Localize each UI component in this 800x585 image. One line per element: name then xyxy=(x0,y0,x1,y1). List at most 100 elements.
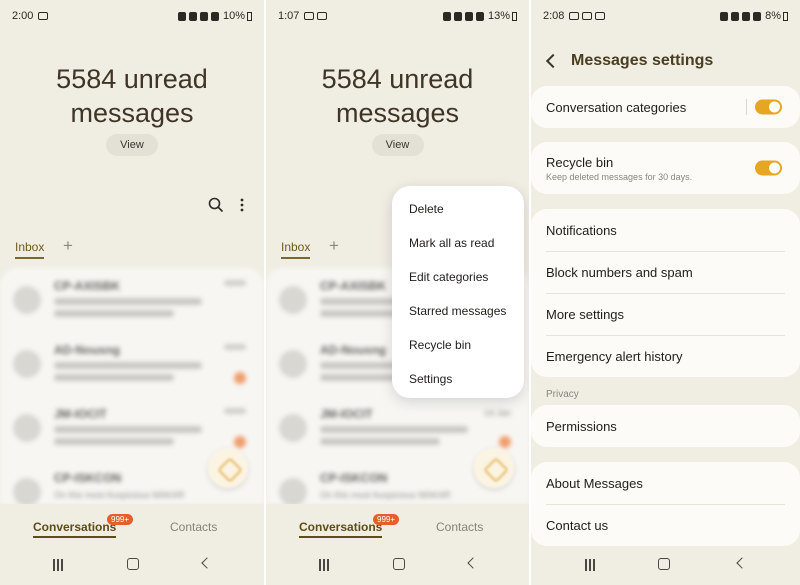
add-category-icon[interactable]: + xyxy=(63,236,73,256)
recycle-bin-label: Recycle bin xyxy=(546,154,614,170)
divider xyxy=(746,99,747,115)
status-time: 2:00 xyxy=(12,10,34,22)
recent-apps-icon[interactable] xyxy=(318,559,330,571)
mute-icon xyxy=(731,11,740,21)
status-bar: 2:08 8% xyxy=(543,8,788,24)
list-item[interactable]: CP-AXISBK xyxy=(0,268,264,332)
nav-conversations[interactable]: Conversations xyxy=(299,520,383,538)
avatar xyxy=(279,414,307,442)
view-button[interactable]: View xyxy=(371,134,424,156)
unread-badge xyxy=(234,372,246,384)
back-icon[interactable] xyxy=(736,557,748,569)
status-time: 1:07 xyxy=(278,10,300,22)
menu-item-delete[interactable]: Delete xyxy=(392,192,524,226)
unread-badge xyxy=(499,436,511,448)
contact-us-row[interactable]: Contact us xyxy=(531,504,800,546)
list-item[interactable]: AD-Nousng xyxy=(0,332,264,396)
inbox-screen: 2:00 10% 5584 unread messages View Inbox… xyxy=(0,0,264,585)
home-icon[interactable] xyxy=(127,558,139,570)
privacy-section-label: Privacy xyxy=(546,389,579,400)
home-icon[interactable] xyxy=(658,558,670,570)
unread-count-badge: 999+ xyxy=(107,514,134,525)
unread-headline: 5584 unread messages xyxy=(321,64,474,128)
tab-inbox[interactable]: Inbox xyxy=(281,240,311,259)
menu-item-settings[interactable]: Settings xyxy=(392,362,524,396)
menu-item-starred-messages[interactable]: Starred messages xyxy=(392,294,524,328)
conversation-categories-row[interactable]: Conversation categories xyxy=(531,86,800,128)
signal-icon xyxy=(475,11,484,21)
compose-button[interactable] xyxy=(474,448,514,488)
avatar xyxy=(279,286,307,314)
mute-icon xyxy=(188,11,197,21)
permissions-row[interactable]: Permissions xyxy=(531,405,800,447)
linkedin-icon xyxy=(569,12,580,20)
more-options-icon[interactable] xyxy=(236,197,248,213)
menu-item-recycle-bin[interactable]: Recycle bin xyxy=(392,328,524,362)
avatar xyxy=(13,414,41,442)
status-bar: 1:07 13% xyxy=(278,8,517,24)
recycle-bin-card: Recycle bin Keep deleted messages for 30… xyxy=(531,142,800,194)
recent-apps-icon[interactable] xyxy=(584,559,596,571)
notifications-row[interactable]: Notifications xyxy=(531,209,800,251)
back-icon[interactable] xyxy=(467,557,479,569)
system-nav-bar xyxy=(0,553,264,577)
image-icon xyxy=(304,12,315,20)
wifi-icon xyxy=(464,11,473,21)
page-title: Messages settings xyxy=(571,52,714,69)
bottom-nav: Conversations 999+ Contacts xyxy=(0,504,264,546)
home-icon[interactable] xyxy=(393,558,405,570)
avatar xyxy=(13,286,41,314)
privacy-card: Permissions xyxy=(531,405,800,447)
recent-apps-icon[interactable] xyxy=(52,559,64,571)
recycle-bin-row[interactable]: Recycle bin Keep deleted messages for 30… xyxy=(531,142,800,194)
more-settings-row[interactable]: More settings xyxy=(531,293,800,335)
avatar xyxy=(13,350,41,378)
battery-icon xyxy=(247,11,252,21)
nav-contacts[interactable]: Contacts xyxy=(436,520,483,534)
menu-item-mark-all-read[interactable]: Mark all as read xyxy=(392,226,524,260)
image-icon xyxy=(582,12,593,20)
video-icon xyxy=(317,12,328,20)
avatar xyxy=(279,350,307,378)
overflow-menu: Delete Mark all as read Edit categories … xyxy=(392,186,524,398)
unread-count-badge: 999+ xyxy=(373,514,400,525)
alarm-icon xyxy=(177,11,186,21)
alarm-icon xyxy=(720,11,729,21)
video-icon xyxy=(38,12,49,20)
bottom-nav: Conversations 999+ Contacts xyxy=(266,504,529,546)
conversation-categories-toggle[interactable] xyxy=(755,99,782,115)
about-card: About Messages Contact us xyxy=(531,462,800,546)
settings-header: Messages settings xyxy=(531,50,800,74)
search-icon[interactable] xyxy=(208,197,224,213)
alarm-icon xyxy=(442,11,451,21)
battery-percent: 8% xyxy=(765,10,781,22)
system-nav-bar xyxy=(531,553,800,577)
tab-inbox[interactable]: Inbox xyxy=(15,240,45,259)
about-messages-row[interactable]: About Messages xyxy=(531,462,800,504)
avatar xyxy=(279,478,307,506)
battery-percent: 10% xyxy=(222,10,245,22)
compose-button[interactable] xyxy=(208,448,248,488)
unread-badge xyxy=(234,436,246,448)
system-nav-bar xyxy=(266,553,529,577)
back-arrow-icon[interactable] xyxy=(545,53,561,69)
battery-icon xyxy=(512,11,517,21)
wifi-icon xyxy=(742,11,751,21)
video-icon xyxy=(595,12,606,20)
signal-icon xyxy=(210,11,219,21)
general-settings-card: Notifications Block numbers and spam Mor… xyxy=(531,209,800,377)
back-icon[interactable] xyxy=(201,557,213,569)
settings-screen: 2:08 8% Messages settings Conversation c… xyxy=(531,0,800,585)
nav-contacts[interactable]: Contacts xyxy=(170,520,217,534)
view-button[interactable]: View xyxy=(106,134,158,156)
conversation-categories-label: Conversation categories xyxy=(546,99,687,115)
add-category-icon[interactable]: + xyxy=(329,236,339,256)
nav-conversations[interactable]: Conversations xyxy=(33,520,117,538)
emergency-alert-history-row[interactable]: Emergency alert history xyxy=(531,335,800,377)
wifi-icon xyxy=(199,11,208,21)
conversation-categories-card: Conversation categories xyxy=(531,86,800,128)
menu-item-edit-categories[interactable]: Edit categories xyxy=(392,260,524,294)
battery-icon xyxy=(783,11,788,21)
recycle-bin-toggle[interactable] xyxy=(755,160,782,176)
block-numbers-row[interactable]: Block numbers and spam xyxy=(531,251,800,293)
